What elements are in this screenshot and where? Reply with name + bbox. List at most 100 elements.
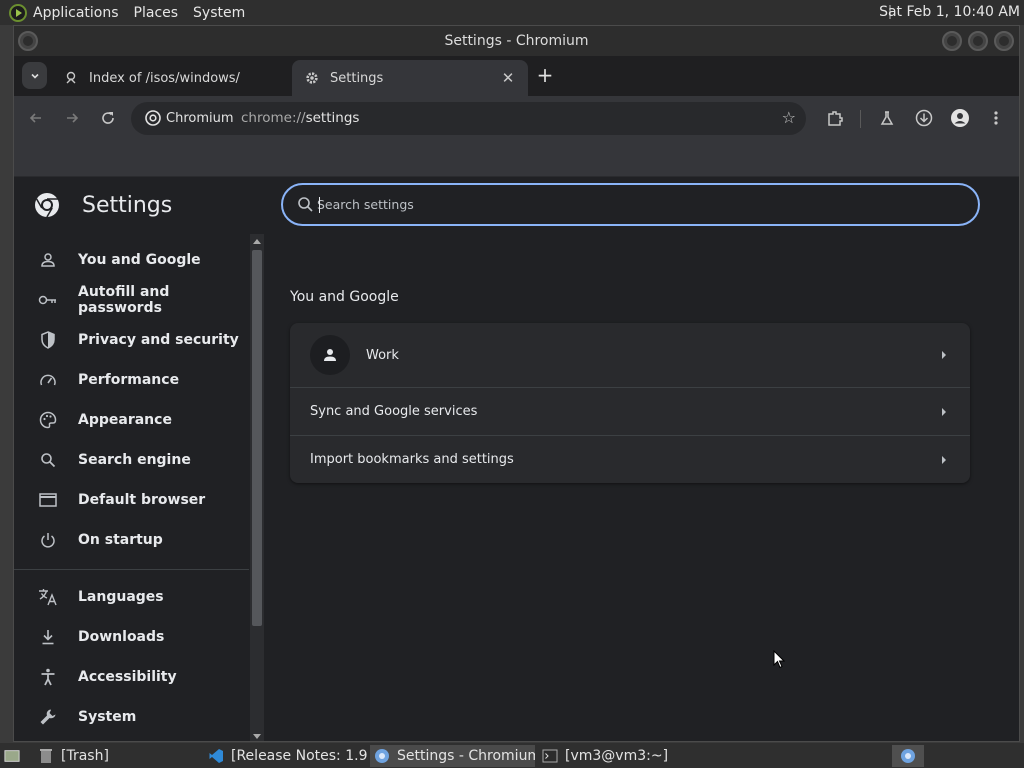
url-text[interactable]: chrome://settings xyxy=(241,110,359,126)
chromium-icon xyxy=(145,110,161,126)
site-info-chip[interactable]: Chromium xyxy=(145,110,234,126)
sync-and-google-services-row[interactable]: Sync and Google services xyxy=(290,387,970,435)
nav-autofill-and-passwords[interactable]: Autofill and passwords xyxy=(14,280,249,320)
nav-label: Accessibility xyxy=(78,669,177,685)
chromium-icon xyxy=(374,748,390,764)
nav-search-engine[interactable]: Search engine xyxy=(14,440,249,480)
download-circle-icon xyxy=(915,109,933,127)
url-path: settings xyxy=(305,110,360,126)
arrow-left-icon xyxy=(29,113,41,123)
mouse-pointer-icon xyxy=(773,650,785,669)
tab-settings[interactable]: Settings ✕ xyxy=(292,60,528,96)
reload-button[interactable] xyxy=(96,106,120,130)
nav-label: System xyxy=(78,709,137,725)
reload-icon xyxy=(102,112,114,124)
bookmark-star-icon[interactable]: ☆ xyxy=(782,108,796,127)
tab-search-button[interactable] xyxy=(22,62,47,89)
wrench-icon xyxy=(38,707,58,727)
translate-icon xyxy=(38,587,58,607)
task-label: Settings - Chromium xyxy=(397,748,535,764)
nav-default-browser[interactable]: Default browser xyxy=(14,480,249,520)
page-title: Settings xyxy=(82,192,173,218)
row-label: Import bookmarks and settings xyxy=(310,452,514,467)
chevron-right-icon xyxy=(942,351,946,359)
minimize-button[interactable] xyxy=(942,31,962,51)
terminal-icon xyxy=(542,748,558,764)
address-bar[interactable]: Chromium chrome://settings ☆ xyxy=(131,102,806,135)
sidebar-scrollbar[interactable] xyxy=(250,234,264,741)
gear-icon xyxy=(304,70,320,86)
nav-you-and-google[interactable]: You and Google xyxy=(14,240,249,280)
settings-page: Settings You and Google Autofill and pas… xyxy=(14,177,1019,741)
nav-appearance[interactable]: Appearance xyxy=(14,400,249,440)
flask-icon xyxy=(880,111,894,125)
tab-index-of-isos[interactable]: Index of /isos/windows/ ✕ xyxy=(51,60,319,96)
menu-button[interactable] xyxy=(984,106,1008,130)
task-settings-chromium[interactable]: Settings - Chromium xyxy=(370,745,535,767)
nav-label: On startup xyxy=(78,532,163,548)
places-menu[interactable]: Places xyxy=(134,5,179,21)
chevron-down-icon xyxy=(30,73,39,79)
nav-performance[interactable]: Performance xyxy=(14,360,249,400)
forward-button[interactable] xyxy=(60,106,84,130)
workspace-switcher[interactable] xyxy=(892,745,924,767)
task-terminal[interactable]: [vm3@vm3:~] xyxy=(538,745,706,767)
show-desktop-button[interactable] xyxy=(0,745,32,767)
browser-window-icon xyxy=(38,490,58,510)
back-button[interactable] xyxy=(24,106,48,130)
tab-strip: Index of /isos/windows/ ✕ Settings ✕ + xyxy=(14,56,1019,96)
nav-privacy-and-security[interactable]: Privacy and security xyxy=(14,320,249,360)
chromium-icon xyxy=(901,749,915,763)
scroll-down-arrow-icon[interactable] xyxy=(253,734,261,739)
downloads-button[interactable] xyxy=(912,106,936,130)
import-bookmarks-row[interactable]: Import bookmarks and settings xyxy=(290,435,970,483)
close-window-button[interactable] xyxy=(994,31,1014,51)
extensions-button[interactable] xyxy=(823,106,847,130)
task-label: [Release Notes: 1.91… xyxy=(231,748,368,764)
applications-menu[interactable]: Applications xyxy=(33,5,119,21)
nav-languages[interactable]: Languages xyxy=(14,577,249,617)
task-label: [vm3@vm3:~] xyxy=(565,748,669,764)
system-menu[interactable]: System xyxy=(193,5,245,21)
nav-divider xyxy=(14,569,249,570)
nav-on-startup[interactable]: On startup xyxy=(14,520,249,560)
distro-logo-icon[interactable] xyxy=(9,3,27,22)
person-icon xyxy=(324,349,336,361)
nav-label: Appearance xyxy=(78,412,172,428)
task-release-notes[interactable]: [Release Notes: 1.91… xyxy=(204,745,368,767)
nav-label: Privacy and security xyxy=(78,332,239,348)
bookmark-bar xyxy=(14,140,1019,177)
nav-system[interactable]: System xyxy=(14,697,249,737)
scroll-up-arrow-icon[interactable] xyxy=(253,239,261,244)
nav-label: You and Google xyxy=(78,252,201,268)
section-title: You and Google xyxy=(290,289,399,305)
profile-avatar-icon xyxy=(951,109,969,127)
globe-icon xyxy=(63,70,79,86)
new-tab-button[interactable]: + xyxy=(534,65,556,87)
window-title: Settings - Chromium xyxy=(444,33,589,49)
scrollbar-thumb[interactable] xyxy=(252,250,262,626)
settings-header: Settings xyxy=(34,192,172,218)
more-vert-icon xyxy=(994,111,998,125)
profile-row-work[interactable]: Work xyxy=(290,323,970,387)
desktop-icon xyxy=(4,748,20,764)
nav-downloads[interactable]: Downloads xyxy=(14,617,249,657)
nav-accessibility[interactable]: Accessibility xyxy=(14,657,249,697)
tab-label: Index of /isos/windows/ xyxy=(89,70,240,86)
clock[interactable]: Sat Feb 1, 10:40 AM xyxy=(879,4,1020,20)
toolbar-separator xyxy=(860,110,861,128)
profile-button[interactable] xyxy=(948,106,972,130)
puzzle-icon xyxy=(828,111,843,126)
close-icon[interactable]: ✕ xyxy=(500,69,516,87)
maximize-button[interactable] xyxy=(968,31,988,51)
settings-main: You and Google Work Sync and Google serv… xyxy=(264,177,1019,741)
labs-button[interactable] xyxy=(875,106,899,130)
window-titlebar[interactable]: Settings - Chromium xyxy=(14,26,1019,56)
chevron-right-icon xyxy=(942,455,946,464)
tab-label: Settings xyxy=(330,70,384,86)
nav-label: Autofill and passwords xyxy=(78,284,170,316)
vscode-icon xyxy=(208,748,224,764)
nav-label: Downloads xyxy=(78,629,165,645)
task-trash[interactable]: [Trash] xyxy=(34,745,202,767)
avatar xyxy=(310,335,350,375)
